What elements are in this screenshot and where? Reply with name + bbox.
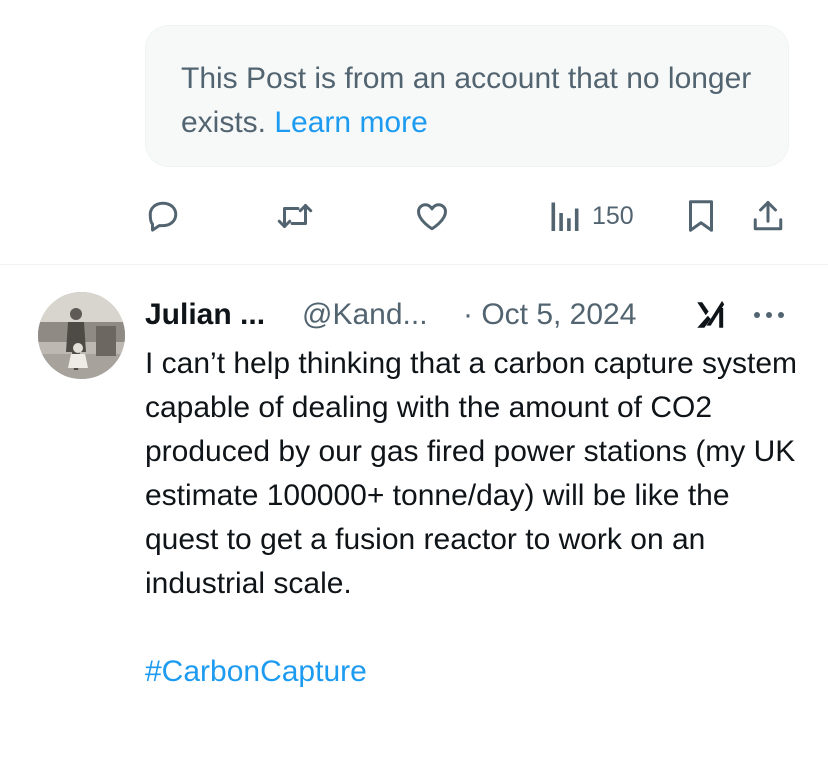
reply-button[interactable]: [145, 190, 181, 242]
post-header: Julian ... @Kand... · Oct 5, 2024: [145, 292, 795, 338]
avatar-photo-icon: [38, 292, 125, 379]
like-button[interactable]: [413, 190, 451, 242]
hashtag-link[interactable]: #CarbonCapture: [145, 650, 805, 694]
repost-button[interactable]: [275, 190, 315, 242]
deleted-account-notice: This Post is from an account that no lon…: [145, 25, 789, 167]
author-handle[interactable]: @Kand...: [302, 292, 428, 338]
post-divider: [0, 264, 828, 265]
post-action-bar: 150: [0, 190, 828, 242]
views-button[interactable]: 150: [550, 190, 634, 242]
notice-text: This Post is from an account that no lon…: [181, 57, 754, 145]
share-button[interactable]: [750, 190, 786, 242]
grok-icon[interactable]: [692, 298, 728, 332]
post-text: I can’t help thinking that a carbon capt…: [145, 347, 798, 600]
views-bar-chart-icon: [551, 202, 579, 231]
share-icon: [753, 201, 783, 231]
learn-more-link[interactable]: Learn more: [274, 106, 427, 139]
reply-icon: [148, 201, 178, 232]
author-name[interactable]: Julian ...: [145, 292, 265, 338]
post-body: I can’t help thinking that a carbon capt…: [145, 342, 805, 694]
bookmark-icon: [689, 200, 713, 232]
post-date[interactable]: · Oct 5, 2024: [463, 292, 636, 338]
repost-icon: [277, 204, 313, 228]
notice-message: This Post is from an account that no lon…: [181, 62, 752, 139]
heart-icon: [417, 203, 447, 231]
more-options-icon[interactable]: [749, 302, 789, 328]
bookmark-button[interactable]: [685, 190, 717, 242]
views-count: 150: [592, 201, 634, 230]
avatar[interactable]: [38, 292, 125, 379]
